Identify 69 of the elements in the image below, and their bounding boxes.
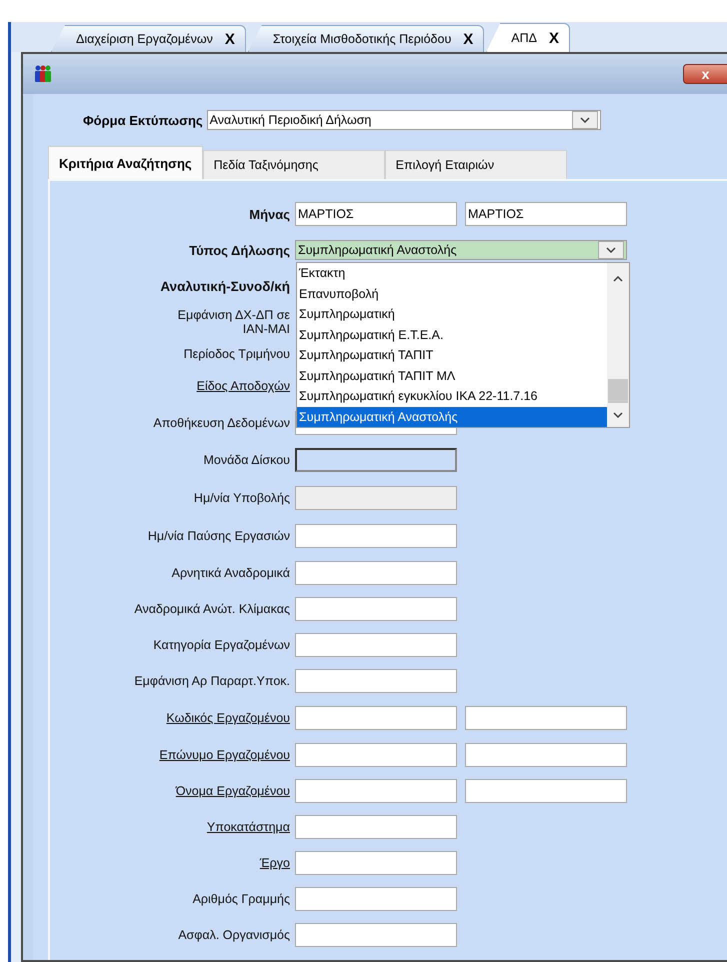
- tab-label: Διαχείριση Εργαζομένων: [76, 32, 213, 46]
- field-label: Ασφαλ. Οργανισμός: [178, 928, 290, 942]
- dropdown-option[interactable]: Συμπληρωματική ΤΑΠΙΤ: [297, 345, 607, 366]
- people-icon: [33, 65, 53, 83]
- field-label: Τύπος Δήλωσης: [189, 242, 290, 258]
- field-label: Αναδρομικά Ανώτ. Κλίμακας: [134, 602, 290, 616]
- input-field[interactable]: [295, 779, 457, 803]
- field-link[interactable]: Όνομα Εργαζομένου: [176, 784, 290, 798]
- dropdown-option[interactable]: Συμπληρωματική Ε.Τ.Ε.Α.: [297, 324, 607, 345]
- field-label: Αποθήκευση Δεδομένων: [153, 416, 290, 430]
- input-field[interactable]: [295, 706, 457, 730]
- tab[interactable]: Επιλογή Εταιριών: [384, 150, 567, 179]
- input-field[interactable]: [295, 448, 457, 472]
- input-field[interactable]: [295, 669, 457, 693]
- tab[interactable]: Πεδία Ταξινόμησης: [202, 150, 385, 179]
- input-field[interactable]: [465, 779, 627, 803]
- input-field[interactable]: [465, 706, 627, 730]
- scroll-down-icon[interactable]: [613, 412, 623, 418]
- field-label: Μονάδα Δίσκου: [203, 453, 290, 467]
- tab-label: Στοιχεία Μισθοδοτικής Περιόδου: [272, 32, 452, 46]
- field-label: Αρνητικά Αναδρομικά: [172, 566, 290, 580]
- field-label: Περίοδος Τριμήνου: [184, 347, 290, 361]
- input-field[interactable]: [295, 524, 457, 548]
- dropdown-option[interactable]: Συμπληρωματική Αναστολής: [297, 406, 607, 427]
- scrollbar-thumb[interactable]: [608, 379, 628, 403]
- field-label: Κατηγορία Εργαζομένων: [153, 638, 290, 652]
- input-field[interactable]: [465, 743, 627, 767]
- close-icon[interactable]: X: [463, 30, 474, 48]
- field-label: Αριθμός Γραμμής: [192, 892, 290, 906]
- tab-label: ΑΠΔ: [511, 31, 538, 45]
- input-field[interactable]: [295, 851, 457, 875]
- dropdown-option[interactable]: Έκτακτη: [297, 263, 607, 284]
- input-field[interactable]: ΜΑΡΤΙΟΣ: [295, 202, 457, 226]
- field-link[interactable]: Είδος Αποδοχών: [196, 379, 290, 393]
- document-tab[interactable]: ΑΠΔ X: [486, 23, 570, 52]
- dropdown-option[interactable]: Συμπληρωματική εγκυκλίου ΙΚΑ 22-11.7.16: [297, 386, 607, 406]
- close-button[interactable]: x: [683, 64, 727, 84]
- input-field[interactable]: [295, 923, 457, 947]
- field-label: Ημ/νία Παύσης Εργασιών: [148, 529, 290, 543]
- input-field[interactable]: [295, 561, 457, 585]
- input-field[interactable]: ΜΑΡΤΙΟΣ: [465, 202, 627, 226]
- field-link[interactable]: Επώνυμο Εργαζομένου: [159, 748, 290, 762]
- dropdown-option[interactable]: Συμπληρωματική: [297, 304, 607, 324]
- print-form-dropdown[interactable]: Αναλυτική Περιοδική Δήλωση: [206, 110, 601, 130]
- input-field[interactable]: [295, 597, 457, 621]
- document-tab[interactable]: Διαχείριση Εργαζομένων X: [51, 25, 246, 52]
- field-label: Εμφάνιση Αρ Παραρτ.Υποκ.: [134, 674, 290, 688]
- dropdown-option[interactable]: Συμπληρωματική ΤΑΠΙΤ ΜΛ: [297, 366, 607, 386]
- input-field[interactable]: [295, 887, 457, 911]
- chevron-down-icon[interactable]: [606, 247, 616, 253]
- field-label: Εμφάνιση ΔΧ-ΔΠ σε ΙΑΝ-ΜΑΙ: [176, 308, 290, 336]
- input-field[interactable]: [295, 633, 457, 657]
- input-field[interactable]: [295, 815, 457, 839]
- document-tab[interactable]: Στοιχεία Μισθοδοτικής Περιόδου X: [248, 25, 484, 52]
- field-link[interactable]: Υποκατάστημα: [206, 820, 290, 834]
- chevron-down-icon[interactable]: [580, 117, 590, 123]
- scrollbar[interactable]: [607, 263, 629, 427]
- field-link[interactable]: Έργο: [260, 856, 290, 870]
- tab[interactable]: Κριτήρια Αναζήτησης: [48, 146, 203, 179]
- field-link[interactable]: Κωδικός Εργαζομένου: [166, 711, 290, 725]
- close-icon[interactable]: X: [224, 30, 235, 48]
- close-icon[interactable]: X: [549, 30, 560, 46]
- dropdown-option[interactable]: Επανυποβολή: [297, 284, 607, 304]
- field-label: Αναλυτική-Συνοδ/κή: [160, 278, 290, 294]
- field-label: Μήνας: [249, 206, 290, 222]
- scroll-up-icon[interactable]: [613, 276, 623, 282]
- input-field[interactable]: [295, 743, 457, 767]
- field-label: Ημ/νία Υποβολής: [194, 491, 290, 505]
- field-label: Φόρμα Εκτύπωσης: [83, 112, 203, 128]
